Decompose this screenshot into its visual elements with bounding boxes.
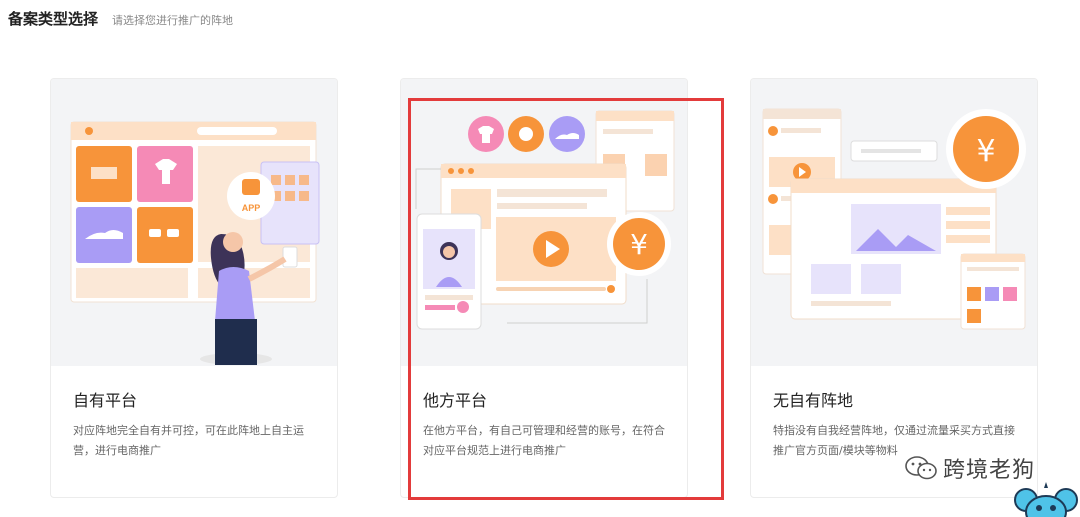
currency-symbol: ¥ [976, 134, 995, 169]
option-card-own-platform[interactable]: APP 自有平台 对应阵地完全自有并可控，可在此阵地上自主运营，进行电商推广 [50, 78, 338, 498]
page-header: 备案类型选择 请选择您进行推广的阵地 [8, 8, 233, 29]
card-description: 对应阵地完全自有并可控，可在此阵地上自主运营，进行电商推广 [73, 424, 304, 457]
app-badge: APP [242, 203, 261, 213]
card-title: 无自有阵地 [773, 391, 854, 410]
card-title: 他方平台 [423, 391, 488, 410]
wechat-icon [905, 456, 937, 480]
page-title: 备案类型选择 [8, 10, 99, 28]
option-card-third-party-platform[interactable]: ¥ 他方平台 在他方平台，有自己可管理和经营的账号，在符合对应平台规范上进行电商… [400, 78, 688, 498]
no-own-platform-illustration: ¥ [751, 79, 1037, 366]
currency-symbol: ¥ [630, 228, 648, 261]
third-party-platform-illustration: ¥ [401, 79, 687, 366]
own-platform-illustration: APP [51, 79, 337, 366]
mascot-icon [1014, 482, 1078, 517]
page-subtitle: 请选择您进行推广的阵地 [112, 14, 234, 27]
card-title: 自有平台 [73, 391, 138, 410]
option-card-no-own-platform[interactable]: ¥ 无自有阵地 特指没有自我经营阵地，仅通过流量采买方式直接推广官方页面/模块等… [750, 78, 1038, 498]
card-description: 在他方平台，有自己可管理和经营的账号，在符合对应平台规范上进行电商推广 [423, 424, 665, 457]
